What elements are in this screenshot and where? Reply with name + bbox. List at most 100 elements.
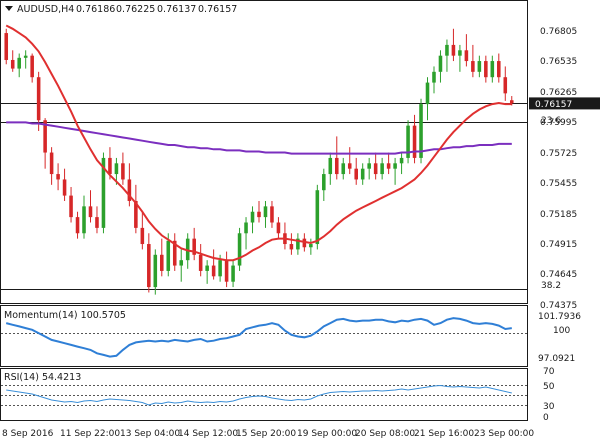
rsi-panel: RSI(14) 54.4213 70 50 30 0 <box>1 367 555 423</box>
bear-candle <box>373 163 378 175</box>
time-tick: 23 Sep 00:00 <box>474 429 534 439</box>
bear-candle <box>347 163 352 169</box>
price-tick: 0.74915 <box>540 240 577 250</box>
bear-candle <box>386 163 391 169</box>
bear-candle <box>30 55 34 78</box>
bear-candle <box>4 33 9 60</box>
bull-candle <box>328 157 333 175</box>
bull-candle <box>360 168 365 180</box>
bear-candle <box>211 265 216 277</box>
bear-candle <box>289 244 294 250</box>
bear-candle <box>257 211 261 218</box>
bull-candle <box>244 222 248 234</box>
bull-candle <box>218 260 222 277</box>
current-price-value: 0.76157 <box>535 100 572 110</box>
ohlc-close: 0.76157 <box>198 4 237 15</box>
ohlc-low: 0.76137 <box>157 4 196 15</box>
time-tick: 20 Sep 08:00 <box>355 429 415 439</box>
fib-236-label: 23.6 <box>541 116 561 126</box>
bear-candle <box>140 227 145 245</box>
price-tick: 0.76265 <box>540 88 577 98</box>
momentum-title: Momentum(14) 100.5705 <box>4 310 126 321</box>
bull-candle <box>205 265 209 271</box>
price-tick: 0.75455 <box>540 179 577 189</box>
bear-candle <box>10 59 15 69</box>
price-tick: 0.75185 <box>540 210 577 220</box>
bear-candle <box>270 206 274 223</box>
bull-candle <box>250 211 255 223</box>
bull-candle <box>367 163 371 169</box>
time-tick: 21 Sep 16:00 <box>414 429 474 439</box>
price-tick: 0.76805 <box>540 27 577 37</box>
bear-candle <box>451 44 456 56</box>
bull-candle <box>419 104 423 158</box>
bull-candle <box>432 71 436 83</box>
time-tick: 15 Sep 20:00 <box>236 429 296 439</box>
bull-candle <box>322 174 326 191</box>
momentum-line <box>5 317 512 358</box>
momentum-panel: Momentum(14) 100.5705 101.7936 100 97.09… <box>1 310 581 364</box>
time-tick: 14 Sep 12:00 <box>178 429 238 439</box>
bull-candle <box>166 240 171 271</box>
bull-candle <box>477 61 482 72</box>
bull-candle <box>315 190 320 245</box>
bear-candle <box>509 100 514 104</box>
bull-candle <box>438 55 443 72</box>
slow-moving-average-line <box>6 121 512 155</box>
rsi-tick: 30 <box>543 402 555 412</box>
collapse-triangle-icon[interactable] <box>5 6 13 11</box>
rsi-tick: 50 <box>543 382 555 392</box>
bull-candle <box>153 254 158 288</box>
bear-candle <box>484 61 488 78</box>
price-tick: 0.74375 <box>540 301 577 311</box>
bull-candle <box>237 233 242 266</box>
bear-candle <box>334 157 339 175</box>
bear-candle <box>224 260 229 282</box>
bull-candle <box>82 206 86 234</box>
bull-candle <box>445 44 449 56</box>
bear-candle <box>108 157 112 175</box>
moving-averages-layer <box>5 24 512 262</box>
time-tick: 13 Sep 04:00 <box>120 429 180 439</box>
bear-candle <box>69 195 73 218</box>
candles-layer <box>4 28 514 295</box>
rsi-tick: 0 <box>543 413 549 423</box>
bear-candle <box>95 217 99 228</box>
bear-candle <box>121 163 125 180</box>
momentum-tick: 97.0921 <box>538 354 575 364</box>
momentum-layer <box>1 317 527 358</box>
fib-382-label: 38.2 <box>541 281 561 291</box>
bear-candle <box>198 254 203 271</box>
bull-candle <box>17 57 21 69</box>
rsi-title: RSI(14) 54.4213 <box>4 372 81 383</box>
bear-candle <box>56 174 60 180</box>
ohlc-high: 0.76225 <box>116 4 155 15</box>
time-axis: 8 Sep 2016 11 Sep 22:00 13 Sep 04:00 14 … <box>2 429 534 439</box>
bull-candle <box>263 206 268 218</box>
bull-candle <box>114 163 119 175</box>
bear-candle <box>36 77 41 121</box>
symbol-label: AUDUSD,H4 <box>17 4 74 15</box>
time-tick: 11 Sep 22:00 <box>60 429 120 439</box>
rsi-tick: 70 <box>543 367 555 377</box>
momentum-tick: 101.7936 <box>538 312 581 322</box>
bull-candle <box>309 244 313 248</box>
price-tick: 0.74645 <box>540 270 577 280</box>
price-axis: 0.76805 0.76535 0.76265 0.75995 0.75725 … <box>540 27 577 311</box>
fast-moving-average-line <box>5 24 512 262</box>
bear-candle <box>464 50 469 62</box>
bull-candle <box>380 163 384 175</box>
bull-candle <box>490 61 495 78</box>
bull-candle <box>393 163 397 169</box>
bear-candle <box>471 61 475 72</box>
bear-candle <box>88 206 93 218</box>
bull-candle <box>425 82 430 105</box>
chart-header: AUDUSD,H4 0.76186 0.76225 0.76137 0.7615… <box>5 4 237 15</box>
ohlc-open: 0.76186 <box>76 4 115 15</box>
bull-candle <box>179 260 184 266</box>
bull-candle <box>458 50 462 56</box>
price-tick: 0.76535 <box>540 57 577 67</box>
bear-candle <box>412 125 417 158</box>
bear-candle <box>354 168 358 180</box>
rsi-layer <box>1 384 527 406</box>
